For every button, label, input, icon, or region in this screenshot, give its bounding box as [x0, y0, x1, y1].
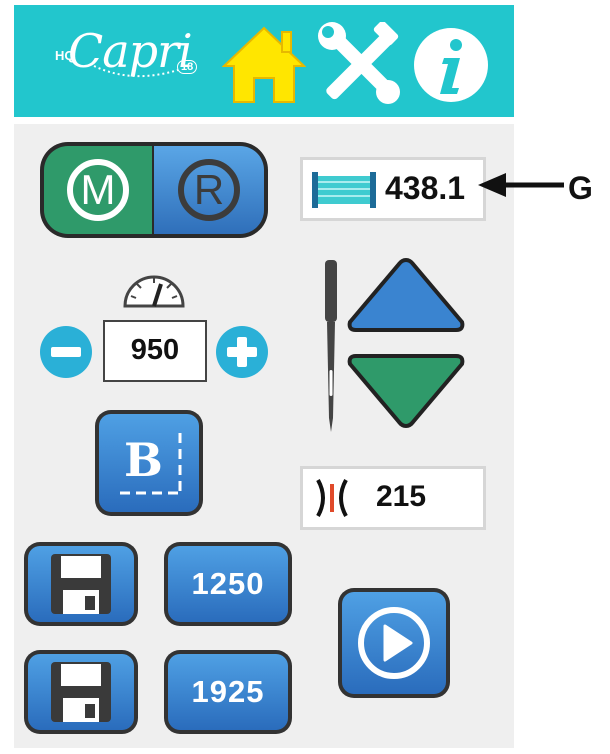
needle-icon	[325, 260, 337, 432]
regulated-mode-label: R	[178, 159, 240, 221]
speed-decrease-button[interactable]	[40, 326, 92, 378]
logo-swoop	[93, 65, 179, 78]
stitch-value: 215	[376, 480, 427, 513]
play-icon	[358, 607, 430, 679]
tools-icon[interactable]	[318, 22, 402, 106]
speed-value: 950	[130, 334, 180, 366]
bobbin-value: 438.1	[385, 170, 466, 206]
save-button-1[interactable]	[24, 542, 138, 626]
callout-label: G	[568, 170, 593, 206]
home-icon[interactable]	[222, 24, 306, 104]
preset-label-2: 1925	[191, 674, 265, 709]
manual-mode-button[interactable]: M	[44, 146, 152, 234]
needle-down-button[interactable]	[346, 352, 466, 430]
callout-arrow	[478, 173, 564, 197]
speed-increase-button[interactable]	[216, 326, 268, 378]
minus-icon	[51, 347, 81, 357]
info-icon[interactable]	[412, 26, 490, 104]
floppy-disk-icon	[51, 554, 111, 614]
plus-icon	[227, 337, 257, 367]
regulated-mode-button[interactable]: R	[154, 146, 264, 234]
preset-button-2[interactable]: 1925	[164, 650, 292, 734]
baste-dashes-icon	[120, 433, 182, 495]
play-button[interactable]	[338, 588, 450, 698]
bobbin-icon	[312, 172, 376, 208]
stitch-length-icon	[316, 479, 348, 517]
baste-button[interactable]: B	[95, 410, 203, 516]
save-button-2[interactable]	[24, 650, 138, 734]
needle-up-button[interactable]	[346, 256, 466, 334]
preset-button-1[interactable]: 1250	[164, 542, 292, 626]
speedometer-icon	[123, 275, 185, 308]
floppy-disk-icon	[51, 662, 111, 722]
manual-mode-label: M	[67, 159, 129, 221]
preset-label-1: 1250	[191, 566, 265, 601]
